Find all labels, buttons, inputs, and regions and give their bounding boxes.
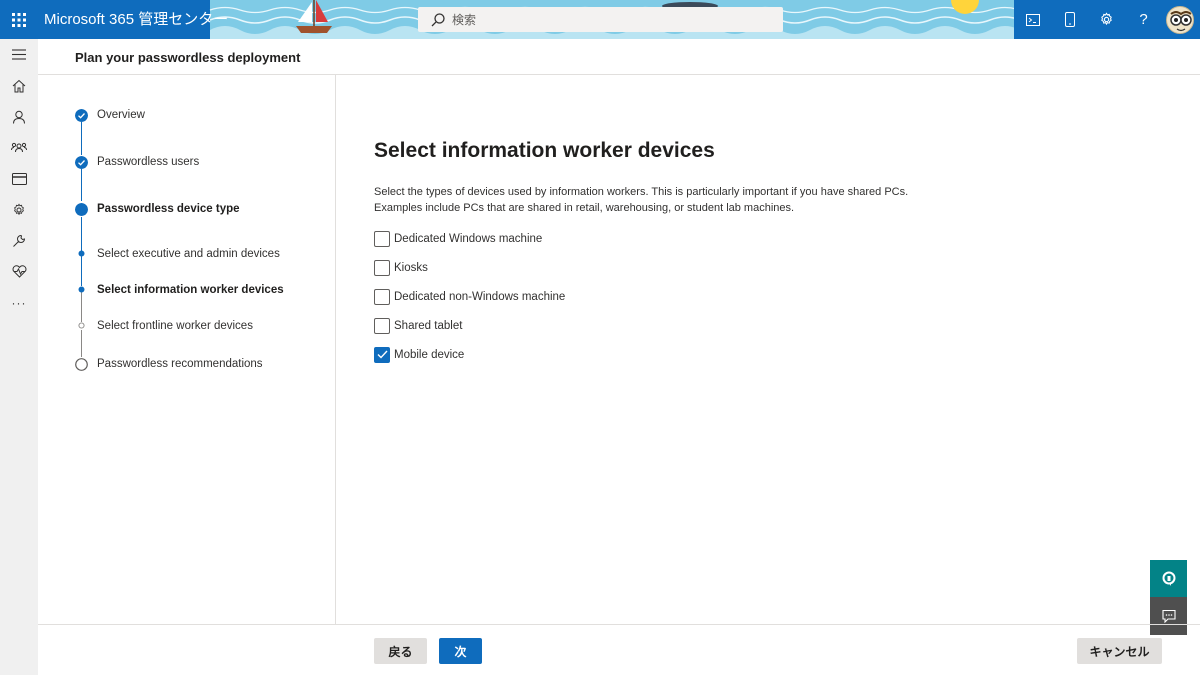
step-connector: [81, 330, 82, 357]
nav-users[interactable]: [0, 101, 38, 132]
help-button[interactable]: ?: [1125, 0, 1162, 39]
settings-button[interactable]: [1088, 0, 1125, 39]
mobile-icon: [1064, 12, 1075, 27]
description-line: Examples include PCs that are shared in …: [374, 202, 795, 214]
terminal-icon: [1025, 13, 1040, 26]
step-overview[interactable]: Overview: [97, 109, 145, 121]
groups-icon: [11, 142, 27, 152]
checkbox[interactable]: [374, 259, 390, 276]
substep-executive-admin-devices[interactable]: Select executive and admin devices: [97, 248, 280, 260]
option-label: Mobile device: [394, 348, 465, 361]
setup-icon: [13, 234, 26, 247]
cancel-button[interactable]: キャンセル: [1077, 638, 1162, 664]
option-shared-tablet[interactable]: Shared tablet: [374, 311, 565, 340]
help-icon: ?: [1139, 11, 1148, 28]
user-icon: [13, 110, 25, 124]
device-options: Dedicated Windows machine Kiosks Dedicat…: [374, 224, 565, 369]
step-current-icon: [75, 203, 88, 216]
checkbox[interactable]: [374, 230, 390, 247]
page-header: Plan your passwordless deployment: [38, 39, 1200, 75]
top-actions: ?: [1014, 0, 1200, 39]
checkmark-icon: [377, 350, 388, 359]
step-passwordless-recommendations[interactable]: Passwordless recommendations: [97, 358, 263, 370]
page-title: Plan your passwordless deployment: [75, 50, 301, 65]
nav-home[interactable]: [0, 70, 38, 101]
next-button[interactable]: 次: [439, 638, 482, 664]
avatar-image: [1170, 10, 1192, 31]
step-complete-icon: [75, 109, 88, 122]
step-complete-icon: [75, 156, 88, 169]
option-label: Shared tablet: [394, 319, 463, 332]
nav-teams-groups[interactable]: [0, 132, 38, 163]
nav-billing[interactable]: [0, 163, 38, 194]
avatar[interactable]: [1166, 5, 1194, 34]
health-icon: [12, 265, 26, 278]
menu-icon: [12, 49, 26, 60]
feedback-icon: [1161, 609, 1176, 623]
left-nav-rail: ···: [0, 39, 38, 675]
waffle-icon: [12, 12, 26, 27]
option-kiosks[interactable]: Kiosks: [374, 253, 565, 282]
app-title[interactable]: Microsoft 365 管理センター: [44, 0, 228, 39]
home-icon: [12, 79, 26, 92]
option-label: Dedicated non-Windows machine: [394, 290, 566, 303]
main-content: Select information worker devices Select…: [337, 75, 1200, 625]
nav-settings[interactable]: [0, 194, 38, 225]
substep-complete-dot: [78, 250, 85, 257]
help-chat-icon: [1162, 571, 1175, 586]
step-connector: [81, 256, 82, 286]
step-connector: [81, 292, 82, 322]
billing-icon: [11, 172, 27, 185]
terminal-button[interactable]: [1014, 0, 1051, 39]
wizard-stepper: Overview Passwordless users Passwordless…: [38, 75, 336, 625]
more-icon: ···: [11, 295, 27, 310]
search-icon: [431, 12, 445, 26]
step-passwordless-device-type[interactable]: Passwordless device type: [97, 203, 240, 215]
step-connector: [81, 169, 82, 201]
substep-information-worker-devices[interactable]: Select information worker devices: [97, 284, 284, 296]
nav-setup[interactable]: [0, 225, 38, 256]
description-line: Select the types of devices used by info…: [374, 186, 909, 198]
search-box[interactable]: [418, 7, 783, 32]
option-dedicated-non-windows[interactable]: Dedicated non-Windows machine: [374, 282, 565, 311]
checkbox[interactable]: [374, 317, 390, 334]
step-passwordless-users[interactable]: Passwordless users: [97, 156, 199, 168]
substep-current-dot: [78, 286, 85, 293]
step-connector: [81, 217, 82, 251]
wizard-footer: 戻る 次 キャンセル: [38, 624, 1200, 675]
section-title: Select information worker devices: [374, 139, 715, 162]
section-description: Select the types of devices used by info…: [374, 184, 934, 216]
step-connector: [81, 122, 82, 155]
gear-icon: [1101, 12, 1112, 26]
mobile-app-button[interactable]: [1051, 0, 1088, 39]
settings-icon: [14, 202, 24, 215]
checkbox-checked[interactable]: [374, 346, 390, 363]
app-launcher-button[interactable]: [0, 0, 38, 39]
substep-frontline-worker-devices[interactable]: Select frontline worker devices: [97, 320, 253, 332]
top-bar: Microsoft 365 管理センター 検索 ?: [0, 0, 1200, 39]
checkbox[interactable]: [374, 288, 390, 305]
option-label: Dedicated Windows machine: [394, 232, 543, 245]
search-input[interactable]: [452, 12, 752, 27]
substep-todo-dot: [78, 322, 85, 329]
collapse-nav-button[interactable]: [0, 39, 38, 70]
option-dedicated-windows[interactable]: Dedicated Windows machine: [374, 224, 565, 253]
option-label: Kiosks: [394, 261, 428, 274]
help-support-button[interactable]: [1150, 560, 1187, 597]
back-button[interactable]: 戻る: [374, 638, 427, 664]
nav-more[interactable]: ···: [0, 287, 38, 318]
nav-health[interactable]: [0, 256, 38, 287]
option-mobile-device[interactable]: Mobile device: [374, 340, 565, 369]
step-todo-icon: [75, 358, 88, 371]
